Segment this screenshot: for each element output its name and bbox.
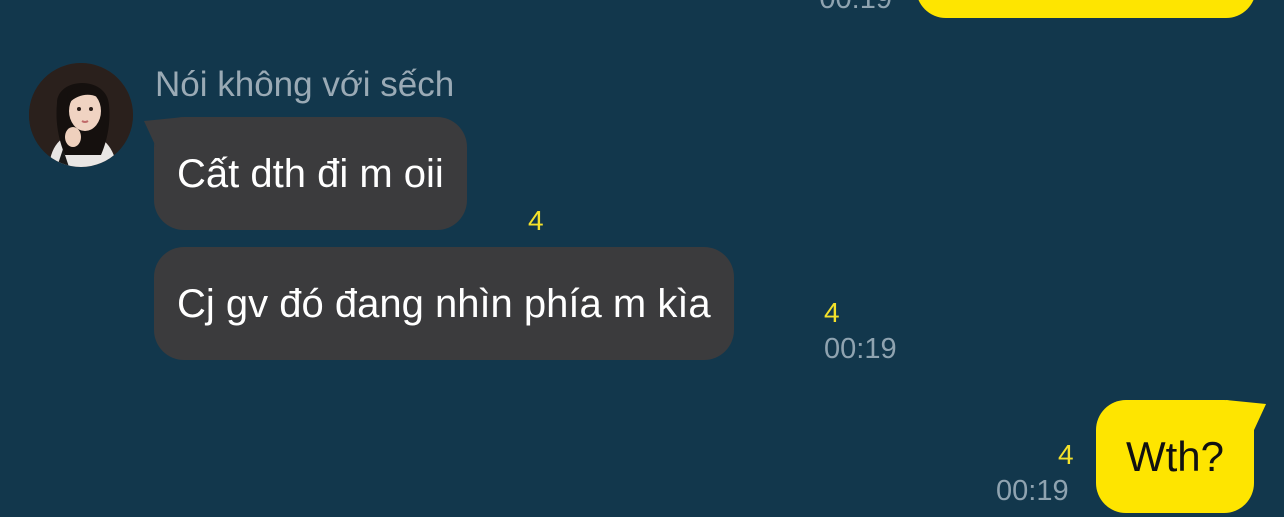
message-text: Wth? xyxy=(1126,432,1225,480)
avatar[interactable] xyxy=(29,63,133,167)
incoming-message-bubble[interactable]: Cất dth đi m oii xyxy=(144,117,467,230)
unread-count: 4 xyxy=(1058,439,1074,470)
previous-message-time: 00:19 xyxy=(819,0,892,14)
chat-area: 00:19 Nói không với sếch Cất dth đi m oi… xyxy=(0,0,1284,517)
sender-name: Nói không với sếch xyxy=(155,65,455,104)
profile-photo-icon xyxy=(29,63,133,167)
bubble-tail xyxy=(144,117,184,147)
bubble-tail xyxy=(1226,400,1267,430)
message-text: Cất dth đi m oii xyxy=(177,151,444,196)
previous-outgoing-bubble[interactable] xyxy=(916,0,1256,18)
message-time: 00:19 xyxy=(996,475,1069,507)
message-time: 00:19 xyxy=(824,333,897,365)
message-text: Cj gv đó đang nhìn phía m kìa xyxy=(177,281,711,326)
incoming-message-bubble[interactable]: Cj gv đó đang nhìn phía m kìa xyxy=(154,247,734,360)
outgoing-message-bubble[interactable]: Wth? xyxy=(1096,400,1267,513)
unread-count: 4 xyxy=(528,205,544,236)
unread-count: 4 xyxy=(824,297,840,328)
